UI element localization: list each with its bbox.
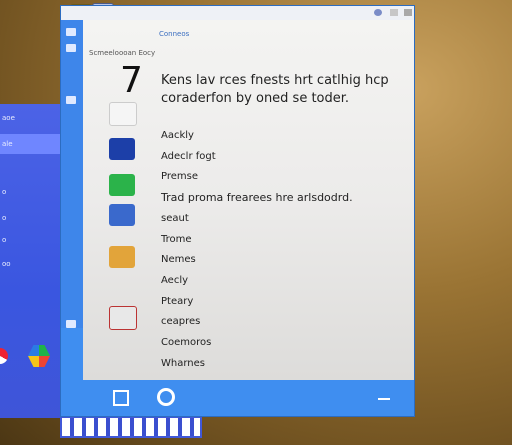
inner-sidebar [61,20,83,328]
content-text: Kens lav rces fnests hrt catlhig hcp cor… [161,72,406,374]
expand-icon[interactable] [66,320,76,328]
list-item: Pteary [161,295,194,307]
square-icon[interactable] [113,390,129,406]
list-item: Aecly [161,274,189,286]
list-item: Trome [161,233,192,245]
section-paragraph: Trad proma frearees hre arlsdodrd. [161,191,353,205]
list-item: Aackly [161,130,194,141]
list-item: Premse [161,171,199,183]
list-item: Nemes [161,254,196,266]
app-icon-red[interactable] [0,348,8,364]
menu-item[interactable]: oo [2,260,11,268]
chrome-app-icon[interactable] [109,102,137,126]
content-area: Conneos Scmeeloooan Eocy 7 Kens lav rces… [83,20,414,380]
list-item: Coemoros [161,337,212,349]
nav-icon[interactable] [66,44,76,52]
menu-item[interactable]: o [2,188,6,196]
app-strip [83,58,139,358]
main-window: Conneos Scmeeloooan Eocy 7 Kens lav rces… [60,5,415,417]
list-item: seaut [161,212,189,224]
circle-icon[interactable] [157,388,175,406]
keyboard-strip [60,416,202,438]
title-bar [61,6,414,21]
taskbar [83,383,414,415]
green-app-icon[interactable] [109,174,135,196]
edge-app-icon[interactable] [109,204,135,226]
close-icon[interactable] [404,9,412,16]
breadcrumb: Scmeeloooan Eocy [89,49,156,57]
section-header[interactable]: Conneos [159,30,189,38]
maximize-icon[interactable] [390,9,398,16]
menu-item[interactable]: aoe [2,114,15,122]
user-icon[interactable] [374,9,382,16]
app-icon-hex[interactable] [28,345,50,367]
list-item: ceapres [161,316,201,328]
list-item: Adeclr fogt [161,150,216,162]
settings-icon[interactable] [66,96,76,104]
menu-item[interactable]: o [2,214,6,222]
menu-item[interactable]: o [2,236,6,244]
photos-app-icon[interactable] [109,246,135,268]
list-item: Wharnes [161,357,205,369]
media-app-icon[interactable] [109,306,137,330]
intro-paragraph: Kens lav rces fnests hrt catlhig hcp cor… [161,73,389,106]
minimize-icon[interactable] [378,398,390,400]
store-app-icon[interactable] [109,138,135,160]
home-icon[interactable] [66,28,76,36]
